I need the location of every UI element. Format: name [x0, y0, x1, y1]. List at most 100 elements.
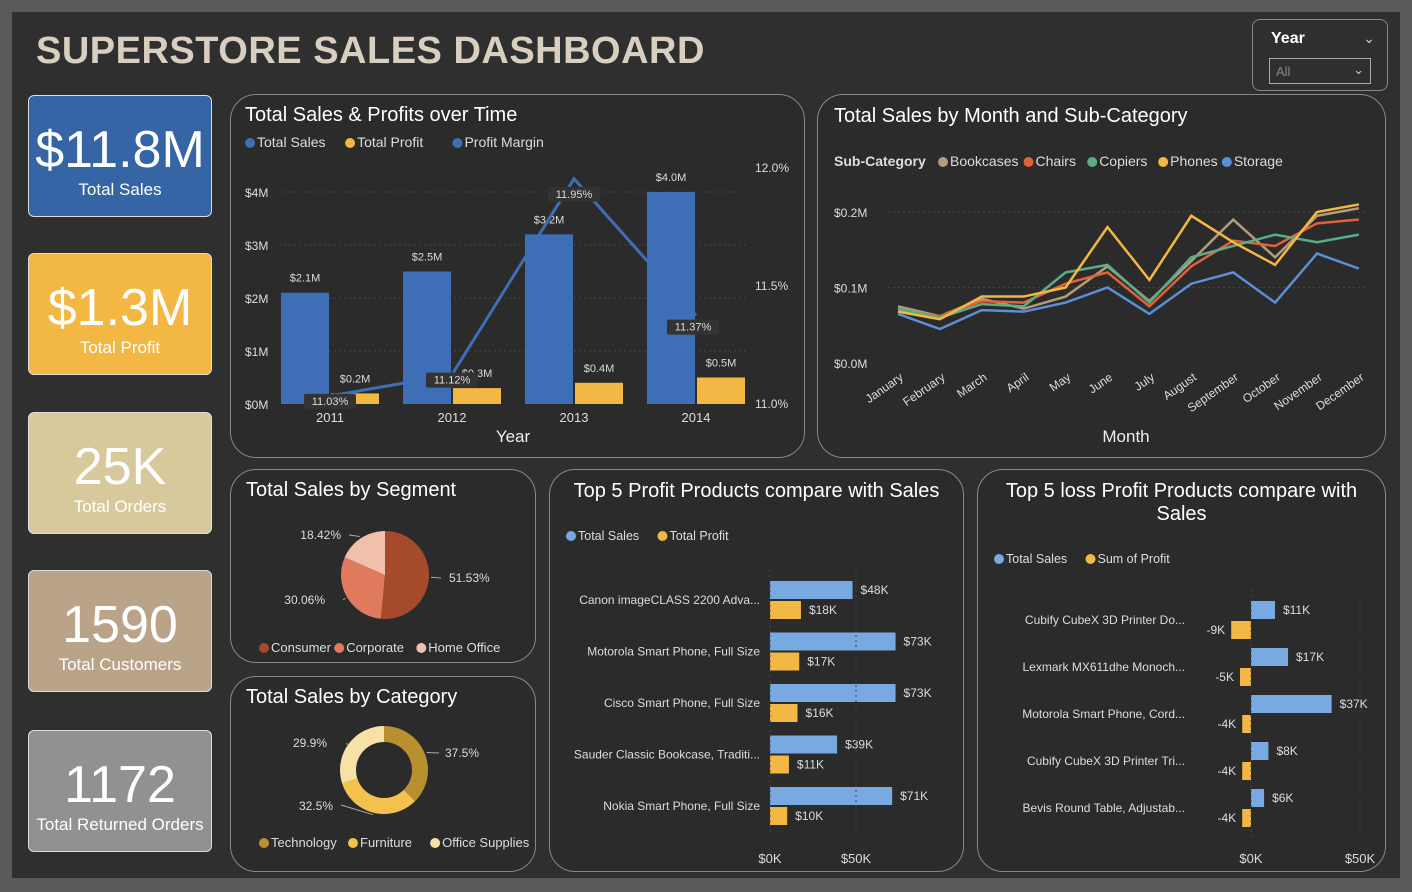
- profit-bar: [770, 755, 789, 774]
- legend-label: Furniture: [360, 835, 412, 850]
- profit-data-label: -5K: [1215, 670, 1234, 684]
- category-label: Motorola Smart Phone, Cord...: [1022, 707, 1185, 721]
- y-tick-label: $1M: [245, 345, 268, 359]
- segment-pie-chart: 51.53% 30.06% 18.42% Consumer Corporate Home …: [259, 528, 500, 655]
- profit-bar: [1231, 621, 1251, 639]
- sales-data-label: $8K: [1276, 744, 1297, 758]
- profit-data-label: -9K: [1207, 623, 1226, 637]
- category-label: Nokia Smart Phone, Full Size: [603, 799, 760, 813]
- kpi-total-customers: 1590 Total Customers: [28, 570, 212, 692]
- profit-bar: [1242, 809, 1251, 827]
- category-label: Canon imageCLASS 2200 Adva...: [579, 593, 760, 607]
- x-tick-label: July: [1132, 370, 1158, 394]
- legend-label: Total Sales: [257, 134, 325, 150]
- legend-marker: [994, 554, 1004, 564]
- sales-bar: [770, 735, 838, 754]
- monthly-subcategory-chart: Sub-Category Bookcases Chairs Copiers Phones…: [834, 153, 1367, 446]
- legend-marker: [657, 531, 668, 541]
- sales-data-label: $48K: [861, 583, 889, 597]
- legend-label: Total Profit: [357, 134, 423, 150]
- sales-bar: [525, 234, 573, 404]
- profit-data-label: $16K: [806, 706, 834, 720]
- pie-slice: [340, 726, 384, 784]
- sales-bar: [281, 292, 329, 404]
- year-slicer[interactable]: Year ⌄ All ⌄: [1252, 19, 1388, 91]
- profit-bar: [1240, 668, 1251, 686]
- profit-data-label: -4K: [1218, 764, 1237, 778]
- legend-label: Sum of Profit: [1098, 552, 1171, 566]
- year-dropdown[interactable]: All ⌄: [1269, 58, 1371, 84]
- pie-data-label: 51.53%: [449, 571, 490, 585]
- kpi-label: Total Customers: [58, 655, 182, 674]
- x-tick-label: $0K: [758, 851, 781, 866]
- legend-marker: [259, 838, 269, 848]
- sales-data-label: $2.1M: [290, 273, 321, 285]
- legend-label: Bookcases: [950, 153, 1018, 169]
- legend-label: Total Profit: [670, 529, 730, 543]
- profit-data-label: $0.4M: [584, 363, 615, 375]
- legend-label: Office Supplies: [442, 835, 530, 850]
- sales-bar: [1251, 601, 1275, 619]
- x-tick-label: 2013: [560, 410, 589, 425]
- pie-data-label: 18.42%: [300, 528, 341, 542]
- sales-profit-time-chart: Total Sales Total Profit Profit Margin $0M $…: [245, 134, 789, 446]
- legend-label: Home Office: [428, 640, 500, 655]
- pie-leader-line: [426, 751, 440, 754]
- x-tick-label: $50K: [841, 851, 872, 866]
- sales-bar: [1251, 648, 1289, 666]
- legend-marker: [348, 838, 358, 848]
- kpi-label: Total Profit: [79, 338, 161, 357]
- y2-tick-label: 11.0%: [755, 397, 788, 411]
- profit-bar: [697, 377, 745, 404]
- kpi-total-profit: $1.3M Total Profit: [28, 253, 212, 375]
- legend-marker: [1158, 157, 1169, 167]
- profit-data-label: $0.2M: [340, 373, 371, 385]
- dashboard: SUPERSTORE SALES DASHBOARD Year ⌄ All ⌄ …: [12, 12, 1400, 878]
- legend-marker: [345, 138, 356, 148]
- margin-data-label: 11.37%: [675, 322, 712, 334]
- legend-label: Storage: [1234, 153, 1283, 169]
- legend-marker: [1087, 157, 1098, 167]
- category-card: Total Sales by Category 37.5% 32.5% 29.9% T…: [230, 676, 536, 872]
- sales-bar: [647, 192, 695, 404]
- sales-data-label: $73K: [904, 635, 932, 649]
- x-tick-label: 2014: [682, 410, 711, 425]
- pie-leader-line: [342, 597, 346, 601]
- top-loss-products-card: Top 5 loss Profit Products compare with …: [977, 469, 1386, 872]
- sales-bar: [770, 684, 896, 702]
- kpi-value: 1172: [64, 756, 176, 814]
- margin-data-label: 11.03%: [312, 396, 349, 408]
- legend-marker: [566, 531, 576, 541]
- slicer-label: Year: [1271, 30, 1305, 47]
- profit-data-label: -4K: [1218, 811, 1237, 825]
- category-label: Lexmark MX611dhe Monoch...: [1022, 660, 1185, 674]
- margin-data-label: 11.95%: [556, 189, 593, 201]
- x-tick-label: 2012: [438, 410, 467, 425]
- kpi-value: 1590: [62, 596, 178, 654]
- pie-data-label: 32.5%: [299, 799, 333, 813]
- category-label: Cisco Smart Phone, Full Size: [604, 696, 760, 710]
- profit-data-label: $17K: [807, 655, 835, 669]
- y-tick-label: $0.1M: [834, 282, 867, 296]
- profit-bar: [770, 807, 788, 825]
- sales-bar: [1251, 695, 1332, 713]
- kpi-value: $11.8M: [35, 121, 205, 179]
- category-label: Cubify CubeX 3D Printer Tri...: [1027, 754, 1185, 768]
- x-tick-label: February: [900, 370, 947, 409]
- sales-data-label: $71K: [900, 789, 928, 803]
- y2-tick-label: 11.5%: [755, 279, 788, 293]
- category-label: Bevis Round Table, Adjustab...: [1022, 801, 1185, 815]
- legend-marker: [245, 138, 255, 148]
- monthly-subcategory-card: Total Sales by Month and Sub-Category Su…: [817, 94, 1386, 458]
- pie-slice: [384, 726, 428, 802]
- pie-data-label: 37.5%: [445, 746, 479, 760]
- profit-bar: [1242, 762, 1251, 780]
- y-tick-label: $0.2M: [834, 206, 867, 220]
- y-tick-label: $0M: [245, 398, 268, 412]
- legend-marker: [416, 643, 427, 653]
- x-tick-label: June: [1086, 370, 1116, 397]
- legend-label: Total Sales: [578, 529, 639, 543]
- y-tick-label: $4M: [245, 186, 268, 200]
- legend-marker: [334, 643, 345, 653]
- chevron-up-icon[interactable]: ⌄: [1363, 30, 1375, 47]
